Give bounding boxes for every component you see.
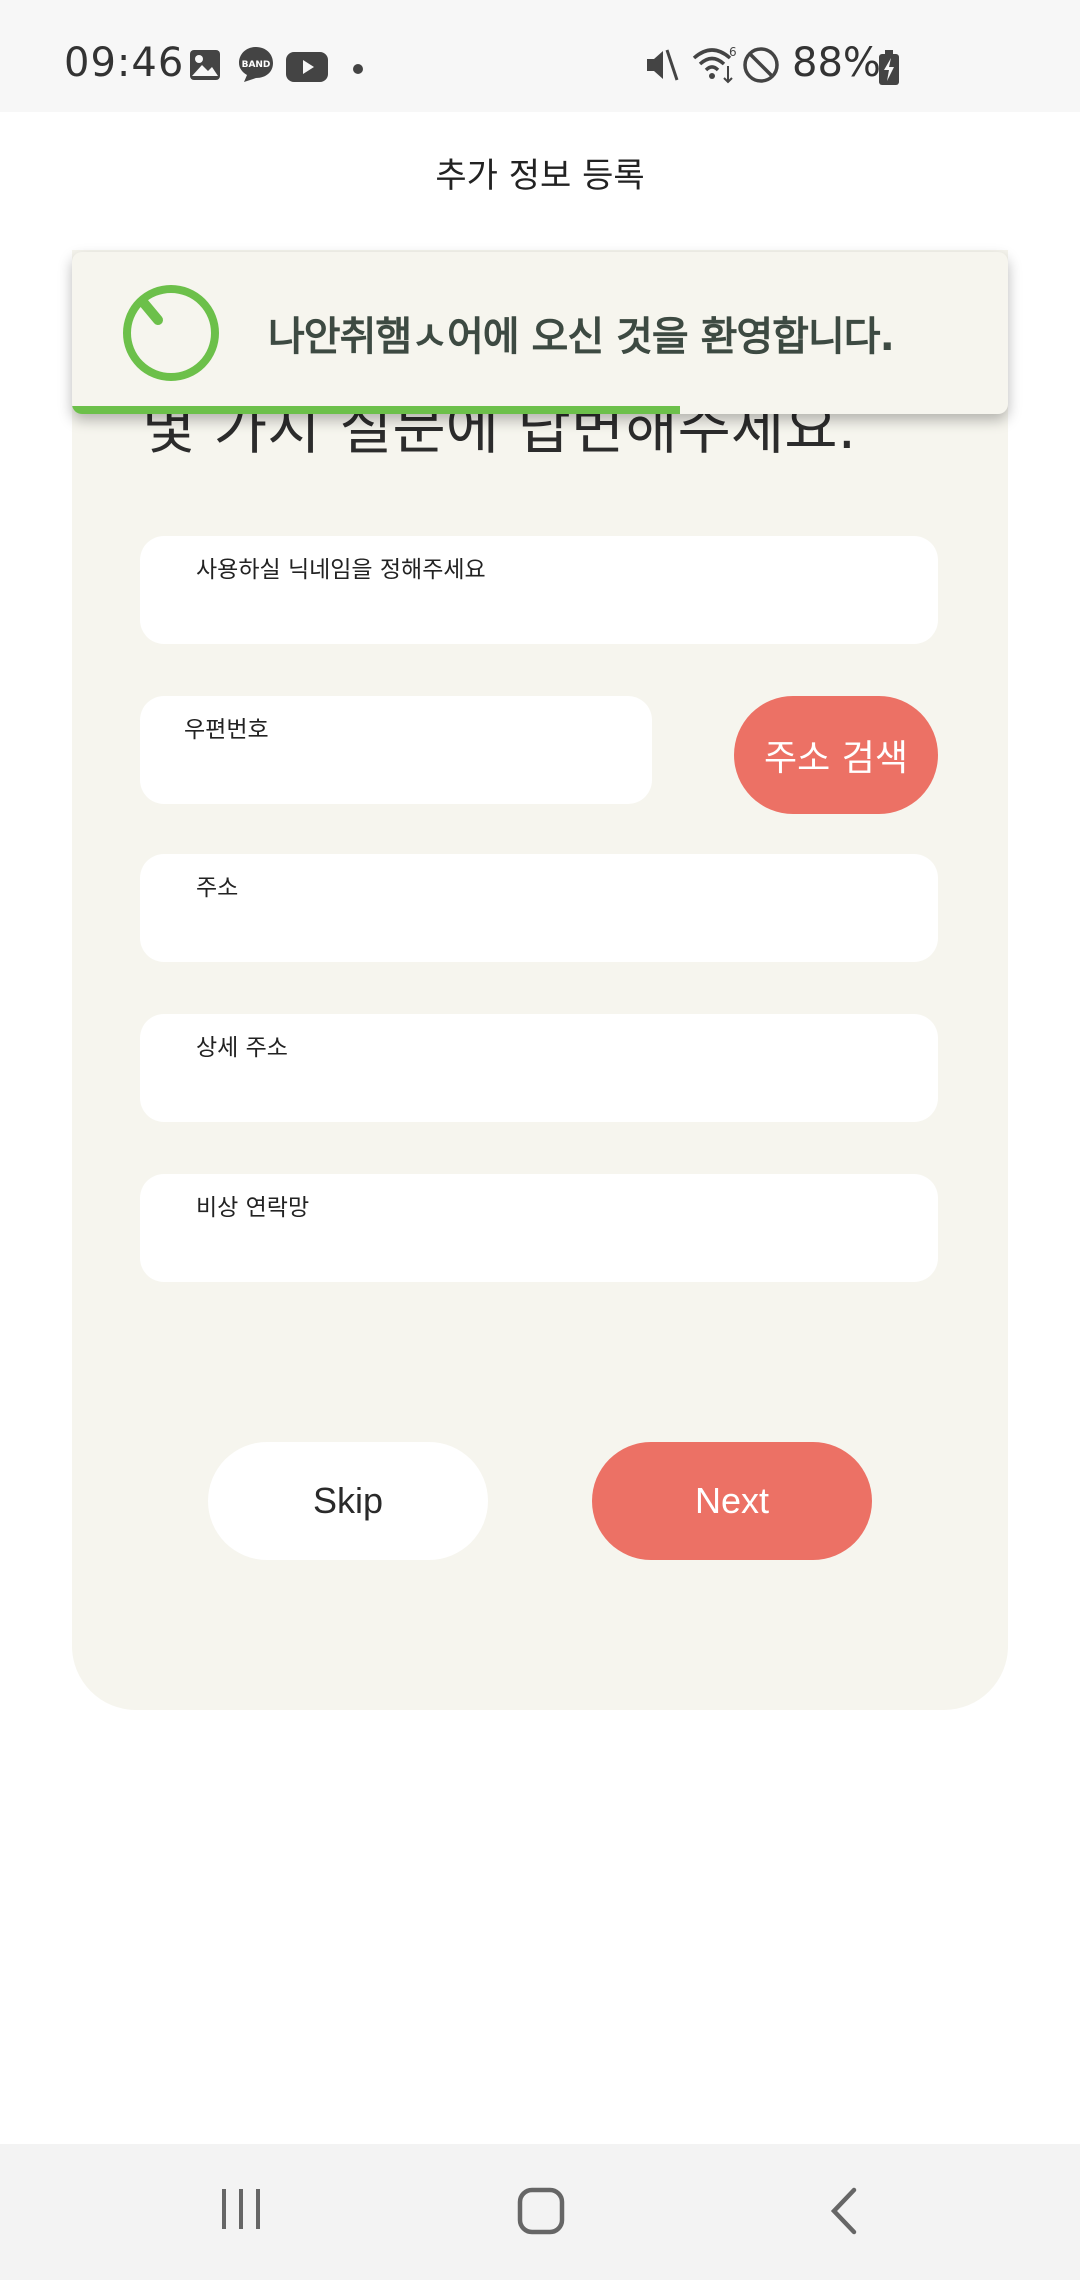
page-title: 추가 정보 등록	[435, 156, 645, 196]
svg-text:BAND: BAND	[242, 60, 271, 70]
status-bar: 09:46 BAND 6 88%	[0, 0, 1080, 112]
zipcode-label: 우편번호	[184, 717, 269, 743]
navigation-bar	[0, 2144, 1080, 2280]
home-icon[interactable]	[516, 2186, 566, 2240]
form-card: 몇 가지 질문에 답변해주세요. 사용하실 닉네임을 정해주세요 우편번호 주소…	[72, 250, 1008, 1710]
welcome-toast[interactable]: 나안취햄ㅅ어에 오신 것을 환영합니다.	[72, 252, 1008, 414]
next-button[interactable]: Next	[592, 1442, 872, 1560]
emergency-contact-label: 비상 연락망	[196, 1195, 310, 1221]
band-icon: BAND	[236, 44, 276, 88]
toast-progress-bar	[72, 406, 681, 414]
skip-button[interactable]: Skip	[208, 1442, 488, 1560]
battery-icon	[878, 50, 900, 90]
svg-text:6: 6	[729, 45, 737, 59]
toast-message: 나안취햄ㅅ어에 오신 것을 환영합니다.	[268, 314, 895, 360]
nickname-label: 사용하실 닉네임을 정해주세요	[196, 557, 486, 583]
back-icon[interactable]	[826, 2186, 862, 2240]
address-label: 주소	[196, 875, 239, 901]
status-time: 09:46	[64, 40, 185, 86]
battery-percent: 88%	[792, 40, 881, 86]
detail-address-label: 상세 주소	[196, 1035, 288, 1061]
wifi-icon: 6	[692, 44, 738, 88]
address-field[interactable]: 주소	[140, 854, 938, 962]
detail-address-field[interactable]: 상세 주소	[140, 1014, 938, 1122]
nickname-field[interactable]: 사용하실 닉네임을 정해주세요	[140, 536, 938, 644]
address-search-button[interactable]: 주소 검색	[734, 696, 938, 814]
recent-apps-icon[interactable]	[218, 2186, 264, 2236]
zipcode-field[interactable]: 우편번호	[140, 696, 652, 804]
loading-spinner-icon	[118, 280, 224, 390]
mute-icon	[644, 46, 680, 88]
gallery-icon	[188, 48, 222, 86]
block-icon	[742, 46, 780, 88]
emergency-contact-field[interactable]: 비상 연락망	[140, 1174, 938, 1282]
dot-icon	[352, 60, 364, 79]
youtube-icon	[286, 52, 328, 86]
